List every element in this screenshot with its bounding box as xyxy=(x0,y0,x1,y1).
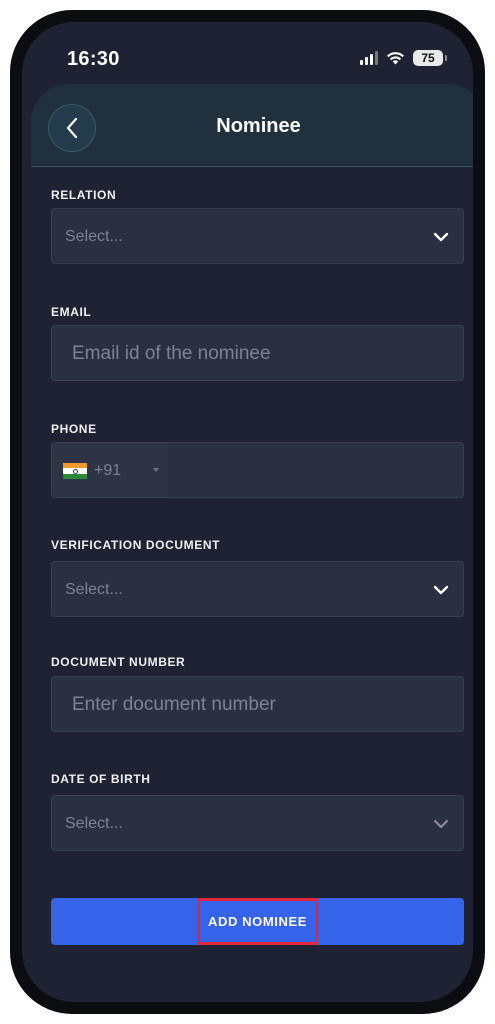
date-of-birth-select[interactable]: Select... xyxy=(51,795,464,851)
verification-document-label: VERIFICATION DOCUMENT xyxy=(51,538,221,552)
verification-document-select[interactable]: Select... xyxy=(51,561,464,617)
date-of-birth-label: DATE OF BIRTH xyxy=(51,772,151,786)
relation-label: RELATION xyxy=(51,188,117,202)
page-header: Nominee xyxy=(31,84,473,167)
email-label: EMAIL xyxy=(51,305,92,319)
status-time: 16:30 xyxy=(67,48,120,70)
battery-icon: 75 xyxy=(413,50,447,66)
caret-down-icon xyxy=(153,468,159,472)
date-of-birth-value: Select... xyxy=(65,815,123,832)
chevron-down-icon xyxy=(434,820,448,828)
country-code-selector[interactable]: +91 xyxy=(52,443,168,497)
status-bar: 16:30 75 xyxy=(22,22,473,84)
relation-select-value: Select... xyxy=(65,228,123,245)
status-icons: 75 xyxy=(360,50,447,66)
relation-select[interactable]: Select... xyxy=(51,208,464,264)
country-code: +91 xyxy=(94,462,122,479)
email-field[interactable]: Email id of the nominee xyxy=(51,325,464,381)
document-number-field[interactable]: Enter document number xyxy=(51,676,464,732)
verification-document-value: Select... xyxy=(65,581,123,598)
wifi-icon xyxy=(387,52,404,65)
email-placeholder: Email id of the nominee xyxy=(72,343,271,364)
chevron-down-icon xyxy=(433,232,449,242)
phone-field[interactable]: +91 xyxy=(51,442,464,498)
document-number-placeholder: Enter document number xyxy=(72,694,276,715)
app-screen: 16:30 75 Nominee RELATION Select... EMAI… xyxy=(22,22,473,1002)
india-flag-icon xyxy=(63,463,87,480)
cellular-signal-icon xyxy=(360,51,378,65)
document-number-label: DOCUMENT NUMBER xyxy=(51,655,186,669)
phone-frame: 16:30 75 Nominee RELATION Select... EMAI… xyxy=(10,10,485,1014)
phone-label: PHONE xyxy=(51,422,97,436)
add-nominee-button[interactable]: ADD NOMINEE xyxy=(51,898,464,945)
add-nominee-label: ADD NOMINEE xyxy=(196,898,319,945)
page-title: Nominee xyxy=(216,115,301,137)
chevron-down-icon xyxy=(433,585,449,595)
